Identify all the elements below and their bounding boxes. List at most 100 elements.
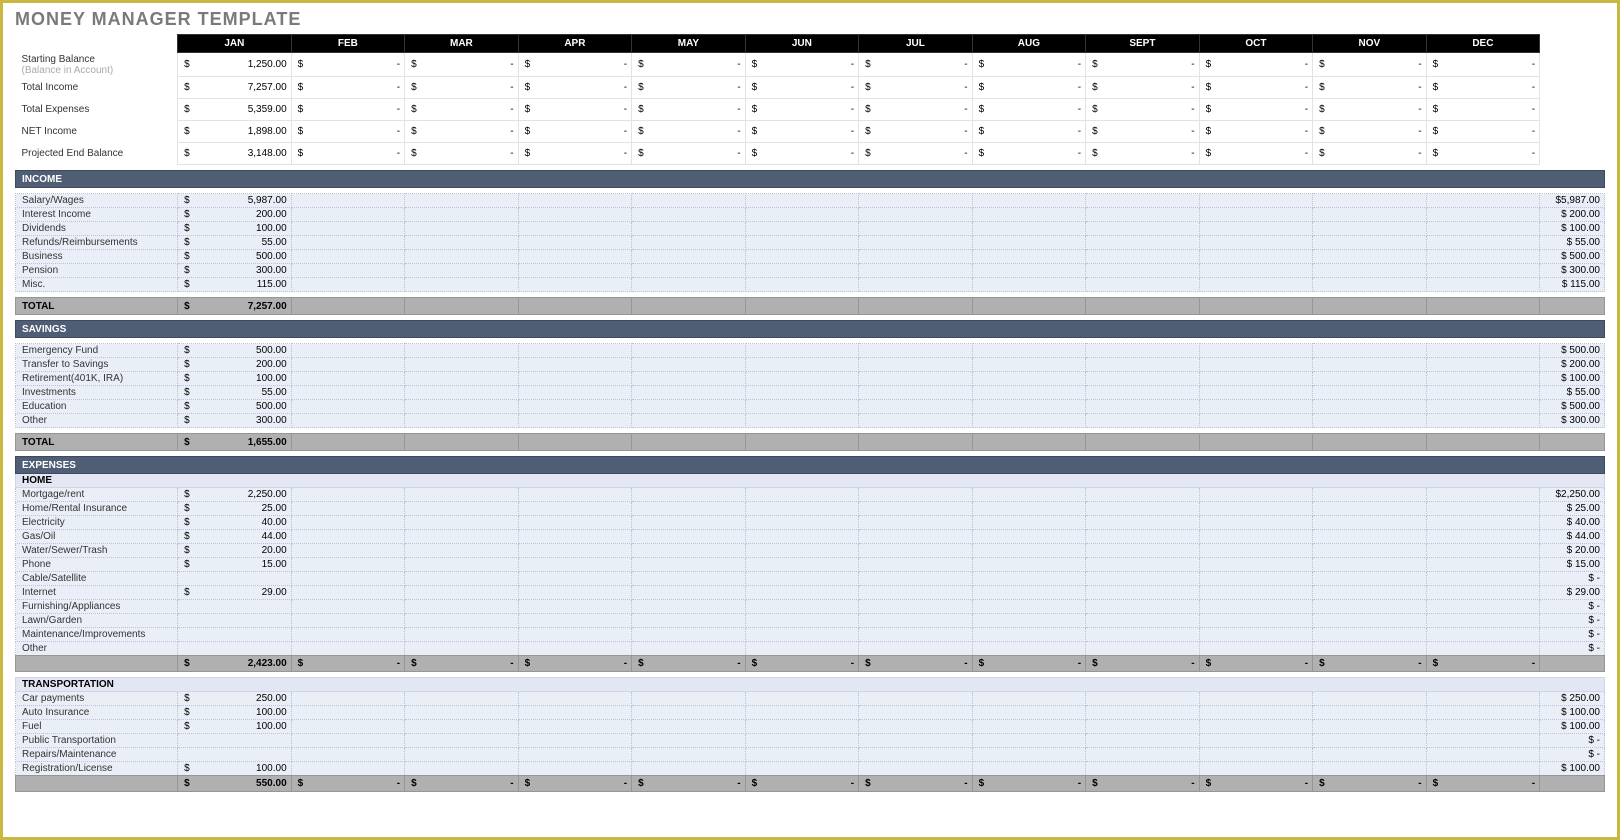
data-cell[interactable] [1426,358,1540,372]
data-cell[interactable] [972,414,1086,428]
money-cell[interactable]: $2,423.00 [178,656,292,672]
data-cell[interactable] [859,544,973,558]
money-cell[interactable]: $- [518,776,632,792]
data-cell[interactable] [1313,600,1427,614]
data-cell[interactable] [405,706,519,720]
data-cell[interactable] [291,208,405,222]
data-cell[interactable] [291,250,405,264]
data-cell[interactable] [518,250,632,264]
data-cell[interactable] [291,502,405,516]
data-cell[interactable] [972,734,1086,748]
data-cell[interactable] [1086,544,1200,558]
data-cell[interactable] [1199,194,1313,208]
data-cell[interactable] [1199,208,1313,222]
money-cell[interactable]: $1,250.00 [178,53,292,77]
data-cell[interactable] [518,400,632,414]
data-cell[interactable] [405,516,519,530]
data-cell[interactable] [178,600,292,614]
data-cell[interactable] [1199,278,1313,292]
data-cell[interactable] [518,544,632,558]
data-cell[interactable] [405,558,519,572]
money-cell[interactable]: $- [632,99,746,121]
data-cell[interactable] [1313,236,1427,250]
data-cell[interactable] [1086,358,1200,372]
data-cell[interactable] [859,642,973,656]
data-cell[interactable] [1426,600,1540,614]
data-cell[interactable] [632,748,746,762]
data-cell[interactable] [745,264,859,278]
data-cell[interactable] [405,414,519,428]
data-cell[interactable] [518,642,632,656]
data-cell[interactable] [1086,600,1200,614]
data-cell[interactable] [972,544,1086,558]
data-cell[interactable] [632,586,746,600]
data-cell[interactable] [291,558,405,572]
money-cell[interactable]: $- [518,121,632,143]
data-cell[interactable] [1313,222,1427,236]
money-cell[interactable]: $- [632,143,746,165]
data-cell[interactable] [972,720,1086,734]
money-cell[interactable]: $- [405,121,519,143]
money-cell[interactable]: $- [972,143,1086,165]
data-cell[interactable] [1313,762,1427,776]
data-cell[interactable] [1426,516,1540,530]
data-cell[interactable] [1426,628,1540,642]
data-cell[interactable] [178,642,292,656]
money-cell[interactable]: $500.00 [178,344,292,358]
data-cell[interactable] [1199,642,1313,656]
data-cell[interactable] [1426,400,1540,414]
data-cell[interactable] [518,372,632,386]
data-cell[interactable] [632,488,746,502]
data-cell[interactable] [1086,278,1200,292]
money-cell[interactable]: $- [1426,53,1540,77]
data-cell[interactable] [1426,414,1540,428]
data-cell[interactable] [859,358,973,372]
data-cell[interactable] [405,628,519,642]
money-cell[interactable]: $55.00 [178,386,292,400]
data-cell[interactable] [632,530,746,544]
money-cell[interactable]: $- [632,77,746,99]
money-cell[interactable]: $- [291,121,405,143]
data-cell[interactable] [1426,208,1540,222]
data-cell[interactable] [518,236,632,250]
data-cell[interactable] [1086,642,1200,656]
data-cell[interactable] [1086,720,1200,734]
data-cell[interactable] [291,692,405,706]
data-cell[interactable] [291,194,405,208]
data-cell[interactable] [972,208,1086,222]
money-cell[interactable]: $- [291,776,405,792]
data-cell[interactable] [972,628,1086,642]
money-cell[interactable]: $- [1199,99,1313,121]
money-cell[interactable]: $- [1199,776,1313,792]
data-cell[interactable] [859,748,973,762]
data-cell[interactable] [972,488,1086,502]
data-cell[interactable] [859,208,973,222]
data-cell[interactable] [745,734,859,748]
data-cell[interactable] [1086,344,1200,358]
data-cell[interactable] [405,400,519,414]
data-cell[interactable] [518,692,632,706]
data-cell[interactable] [972,372,1086,386]
data-cell[interactable] [291,734,405,748]
data-cell[interactable] [745,250,859,264]
money-cell[interactable]: $- [1086,77,1200,99]
money-cell[interactable]: $- [859,77,973,99]
money-cell[interactable]: $100.00 [178,706,292,720]
money-cell[interactable]: $250.00 [178,692,292,706]
data-cell[interactable] [405,502,519,516]
data-cell[interactable] [972,358,1086,372]
data-cell[interactable] [405,692,519,706]
data-cell[interactable] [405,762,519,776]
data-cell[interactable] [1199,502,1313,516]
money-cell[interactable]: $2,250.00 [178,488,292,502]
data-cell[interactable] [1086,208,1200,222]
money-cell[interactable]: $- [745,53,859,77]
data-cell[interactable] [1199,692,1313,706]
data-cell[interactable] [1426,614,1540,628]
data-cell[interactable] [745,748,859,762]
data-cell[interactable] [1086,502,1200,516]
data-cell[interactable] [291,628,405,642]
data-cell[interactable] [291,400,405,414]
data-cell[interactable] [859,628,973,642]
data-cell[interactable] [1086,628,1200,642]
